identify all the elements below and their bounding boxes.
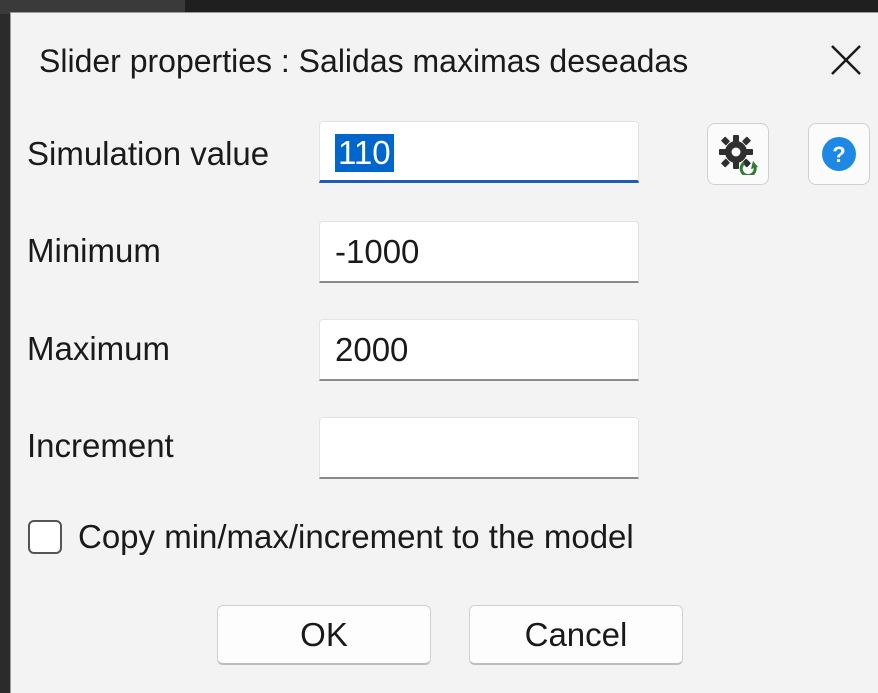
maximum-input[interactable] bbox=[320, 320, 638, 379]
maximum-field[interactable] bbox=[319, 319, 639, 381]
minimum-field[interactable] bbox=[319, 221, 639, 283]
help-glyph: ? bbox=[832, 142, 845, 167]
increment-label: Increment bbox=[27, 427, 174, 464]
increment-input[interactable] bbox=[320, 418, 638, 477]
simulation-value-field[interactable]: 110 bbox=[319, 121, 639, 183]
copy-to-model-checkbox[interactable] bbox=[28, 520, 62, 554]
close-button[interactable] bbox=[821, 35, 871, 85]
dialog-title: Slider properties : Salidas maximas dese… bbox=[39, 43, 689, 79]
increment-field[interactable] bbox=[319, 417, 639, 479]
help-button[interactable]: ? bbox=[808, 123, 870, 185]
ok-button[interactable]: OK bbox=[217, 605, 431, 665]
simulation-value-selected-text[interactable]: 110 bbox=[335, 134, 394, 172]
help-icon: ? bbox=[822, 137, 856, 171]
slider-properties-dialog: Slider properties : Salidas maximas dese… bbox=[10, 12, 878, 693]
maximum-label: Maximum bbox=[27, 330, 171, 367]
minimum-label: Minimum bbox=[27, 232, 161, 269]
minimum-input[interactable] bbox=[320, 222, 638, 281]
copy-to-model-label[interactable]: Copy min/max/increment to the model bbox=[78, 518, 634, 556]
close-icon bbox=[831, 45, 861, 75]
copy-to-model-checkbox-row[interactable]: Copy min/max/increment to the model bbox=[28, 518, 634, 556]
cancel-button[interactable]: Cancel bbox=[469, 605, 683, 665]
simulation-value-label: Simulation value bbox=[27, 135, 270, 172]
settings-button[interactable] bbox=[707, 123, 769, 185]
gear-refresh-icon bbox=[719, 135, 758, 175]
